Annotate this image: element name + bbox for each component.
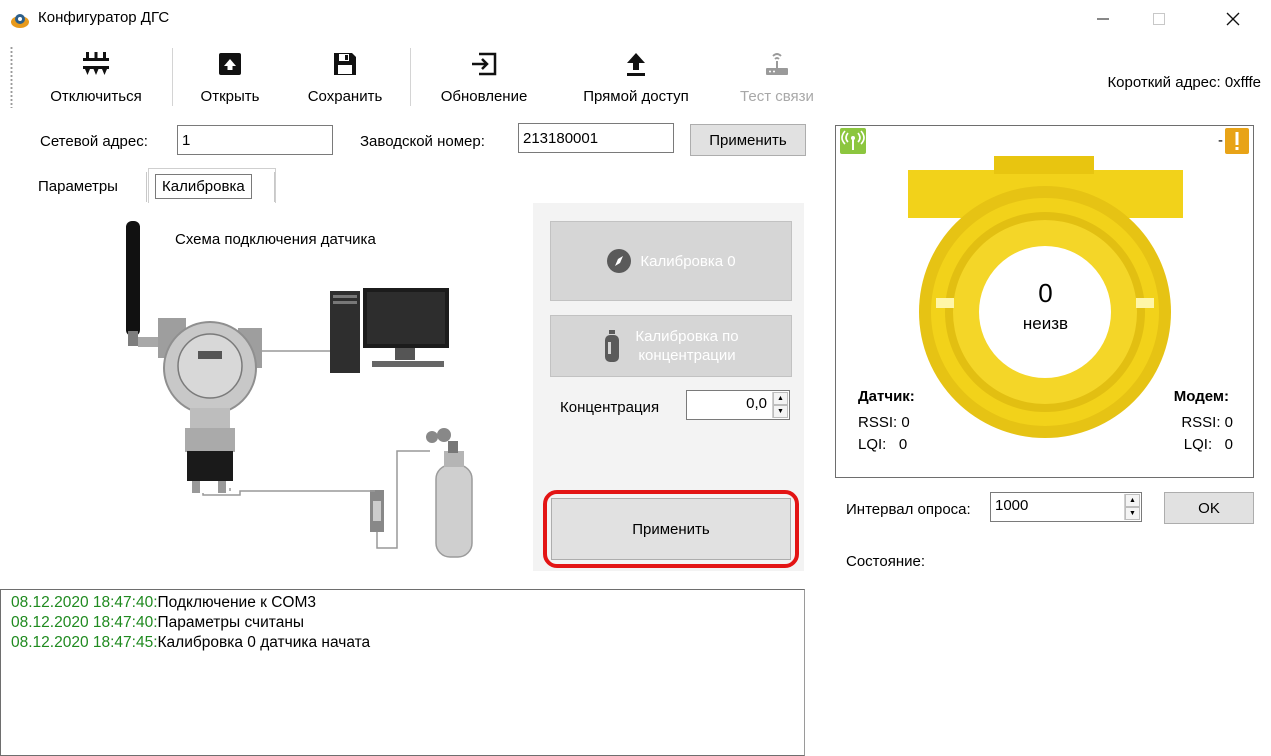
router-icon <box>766 53 788 75</box>
minimize-icon <box>1097 18 1109 20</box>
app-icon <box>11 14 29 28</box>
flow-regulator-icon <box>370 490 384 532</box>
highlight-frame <box>543 490 799 568</box>
state-label: Состояние: <box>846 553 926 570</box>
disconnect-button[interactable]: Отключиться <box>36 46 156 108</box>
tab-separator <box>274 172 275 202</box>
zero-calibration-button[interactable]: Калибровка 0 <box>550 221 792 301</box>
link-test-button[interactable]: Тест связи <box>722 46 832 108</box>
signal-icon <box>840 128 866 154</box>
poll-interval-spin-arrows: ▲ ▼ <box>1124 494 1140 520</box>
tab-parameters[interactable]: Параметры <box>28 168 140 204</box>
log-timestamp: 08.12.2020 18:47:40: <box>11 614 158 631</box>
log-entry: 08.12.2020 18:47:45:Калибровка 0 датчика… <box>11 633 794 653</box>
tab-calibration[interactable]: Калибровка <box>148 168 276 204</box>
maximize-button[interactable] <box>1131 0 1187 38</box>
concentration-calibration-line1: Калибровка по <box>635 328 739 345</box>
log-timestamp: 08.12.2020 18:47:40: <box>11 594 158 611</box>
calibration-panel: Схема подключения датчика Калибровка 0 К… <box>30 203 804 571</box>
concentration-value: 0,0 <box>746 395 767 412</box>
spin-down-icon[interactable]: ▼ <box>1125 507 1140 520</box>
network-address-input[interactable] <box>177 125 333 155</box>
connection-diagram <box>126 221 473 558</box>
toolbar-separator <box>172 48 173 106</box>
connection-diagram-area: Схема подключения датчика <box>30 203 533 571</box>
warning-icon <box>1225 128 1249 154</box>
gas-cylinder-icon <box>426 428 473 558</box>
concentration-spinner[interactable]: 0,0 ▲ ▼ <box>686 390 790 420</box>
serial-number-label: Заводской номер: <box>360 133 485 150</box>
spin-up-icon[interactable]: ▲ <box>773 392 788 405</box>
modem-rssi: RSSI: 0 <box>1181 414 1233 431</box>
gas-unit: неизв <box>1022 314 1069 333</box>
save-label: Сохранить <box>307 88 383 105</box>
log-message: Калибровка 0 датчика начата <box>157 634 371 651</box>
disconnect-icon <box>83 52 109 75</box>
poll-interval-value: 1000 <box>995 497 1029 514</box>
open-icon <box>219 53 241 75</box>
toolbar-grip[interactable] <box>10 46 13 108</box>
computer-icon <box>330 288 449 373</box>
upload-icon <box>627 53 645 76</box>
close-button[interactable] <box>1205 0 1261 38</box>
sensor-rssi: RSSI: 0 <box>858 414 910 431</box>
save-button[interactable]: Сохранить <box>290 46 400 108</box>
compass-icon <box>607 249 632 273</box>
disconnect-label: Отключиться <box>50 88 142 105</box>
gas-detector-icon <box>158 318 262 493</box>
concentration-label: Концентрация <box>560 399 660 416</box>
tab-calibration-label: Калибровка <box>155 174 252 199</box>
poll-ok-label: OK <box>1198 499 1220 517</box>
open-button[interactable]: Открыть <box>182 46 278 108</box>
log-entry: 08.12.2020 18:47:40:Параметры считаны <box>11 613 794 633</box>
tab-separator <box>146 172 147 202</box>
poll-interval-spinner[interactable]: 1000 ▲ ▼ <box>990 492 1142 522</box>
modem-title: Модем: <box>1173 388 1229 405</box>
short-address: Короткий адрес: 0xfffe <box>1107 74 1261 91</box>
minimize-button[interactable] <box>1075 0 1131 38</box>
sensor-title: Датчик: <box>858 388 915 405</box>
toolbar-separator <box>410 48 411 106</box>
log-message: Подключение к COM3 <box>157 594 316 611</box>
log-message: Параметры считаны <box>157 614 305 631</box>
title-bar: Конфигуратор ДГС <box>0 0 1271 38</box>
toolbar: Отключиться Открыть Сохранить Обновление… <box>0 38 1271 114</box>
direct-access-label: Прямой доступ <box>583 88 689 105</box>
direct-access-button[interactable]: Прямой доступ <box>560 46 712 108</box>
modem-lqi: LQI: 0 <box>1183 436 1233 453</box>
log-timestamp: 08.12.2020 18:47:45: <box>11 634 158 651</box>
apply-settings-button[interactable]: Применить <box>690 124 806 156</box>
spin-up-icon[interactable]: ▲ <box>1125 494 1140 507</box>
sensor-monitor: - 0 неизв Датчик: RSSI: 0 LQI: 0 Модем: … <box>835 125 1254 478</box>
close-icon <box>1226 12 1240 26</box>
gas-bottle-icon <box>605 330 620 362</box>
update-button[interactable]: Обновление <box>420 46 548 108</box>
open-label: Открыть <box>200 88 260 105</box>
spin-down-icon[interactable]: ▼ <box>773 405 788 418</box>
update-label: Обновление <box>440 88 528 105</box>
monitor-status-text: - <box>1218 132 1223 149</box>
gas-value: 0 <box>1038 278 1053 308</box>
window-title: Конфигуратор ДГС <box>38 9 170 26</box>
concentration-spin-arrows: ▲ ▼ <box>772 392 788 418</box>
link-test-label: Тест связи <box>740 88 814 105</box>
zero-calibration-label: Калибровка 0 <box>640 252 736 270</box>
serial-number-input[interactable] <box>518 123 674 153</box>
maximize-icon <box>1153 13 1165 25</box>
network-address-label: Сетевой адрес: <box>40 133 148 150</box>
concentration-calibration-button[interactable]: Калибровка по концентрации <box>550 315 792 377</box>
sensor-lqi: LQI: 0 <box>858 436 908 453</box>
log-entry: 08.12.2020 18:47:40:Подключение к COM3 <box>11 593 794 613</box>
event-log[interactable]: 08.12.2020 18:47:40:Подключение к COM3 0… <box>0 589 805 756</box>
poll-interval-label: Интервал опроса: <box>846 501 971 518</box>
tab-parameters-label: Параметры <box>38 177 118 195</box>
poll-ok-button[interactable]: OK <box>1164 492 1254 524</box>
apply-settings-label: Применить <box>709 131 787 149</box>
concentration-calibration-line2: концентрации <box>638 347 736 364</box>
save-icon <box>334 53 356 75</box>
antenna-icon <box>126 221 140 336</box>
import-icon <box>472 52 497 76</box>
